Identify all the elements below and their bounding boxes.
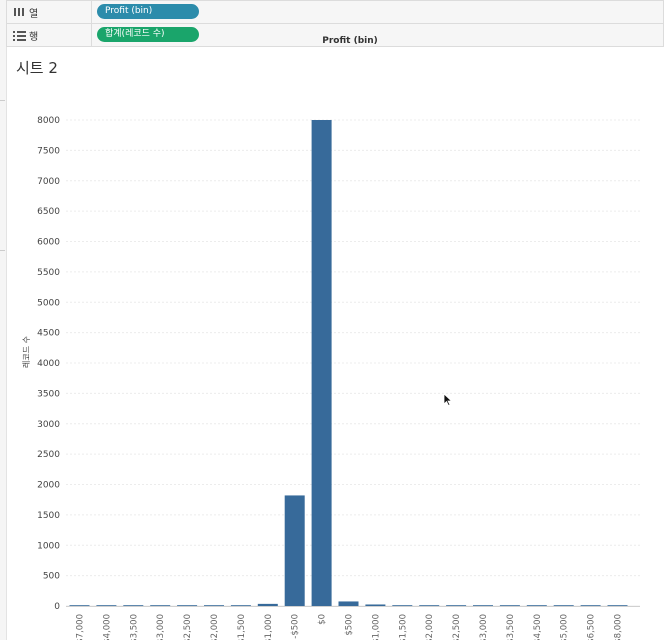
x-tick-label: $8,000: [614, 614, 624, 640]
x-tick-label: -$3,500: [129, 614, 139, 640]
bar[interactable]: [473, 605, 493, 606]
bar[interactable]: [177, 605, 198, 606]
bar[interactable]: [311, 120, 332, 606]
bar[interactable]: [499, 605, 520, 606]
x-tick-label: $4,500: [533, 614, 543, 640]
y-tick-label: 3500: [37, 389, 60, 399]
x-tick-label: -$1,500: [237, 614, 247, 640]
y-tick-label: 1000: [37, 541, 60, 551]
y-tick-label: 8000: [37, 116, 60, 126]
y-tick-label: 4000: [37, 359, 60, 369]
y-tick-label: 5500: [37, 268, 60, 278]
y-tick-label: 7500: [37, 146, 60, 156]
bar[interactable]: [446, 605, 467, 606]
x-tick-label: $0: [318, 614, 328, 625]
bar[interactable]: [123, 605, 144, 606]
mouse-cursor-icon: [443, 393, 453, 407]
bar[interactable]: [257, 603, 278, 606]
x-tick-label: -$4,000: [102, 614, 112, 640]
bar[interactable]: [365, 604, 386, 606]
y-tick-label: 7000: [37, 177, 60, 187]
x-tick-label: -$7,000: [76, 614, 86, 640]
bar[interactable]: [150, 605, 171, 606]
bar-chart: 레코드 수 0 500 1000 1500 2000 2500 3000 3500 4000 45…: [22, 116, 640, 640]
bar[interactable]: [580, 605, 601, 606]
bar[interactable]: [284, 495, 305, 606]
x-tick-label: -$2,000: [210, 614, 220, 640]
bar[interactable]: [338, 601, 359, 606]
y-tick-label: 1500: [37, 511, 60, 521]
y-tick-label: 6500: [37, 207, 60, 217]
bar[interactable]: [553, 605, 574, 606]
y-tick-label: 4500: [37, 329, 60, 339]
y-tick-label: 5000: [37, 298, 60, 308]
bar[interactable]: [419, 605, 440, 606]
y-tick-label: 6000: [37, 238, 60, 248]
x-tick-label: $500: [345, 614, 355, 636]
x-tick-label: $2,500: [452, 614, 462, 640]
x-tick-label: -$2,500: [183, 614, 193, 640]
x-tick-label: $6,500: [587, 614, 597, 640]
x-tick-label: $2,000: [425, 614, 435, 640]
x-tick-label: $5,000: [560, 614, 570, 640]
y-tick-label: 500: [43, 572, 60, 582]
y-tick-label: 3000: [37, 420, 60, 430]
bar[interactable]: [204, 605, 224, 606]
bar[interactable]: [69, 605, 90, 606]
y-axis-label: 레코드 수: [22, 336, 31, 368]
y-tick-label: 0: [54, 602, 60, 612]
x-tick-label: $1,000: [371, 614, 381, 640]
bar[interactable]: [230, 605, 251, 606]
x-tick-label: -$500: [291, 614, 301, 639]
bar[interactable]: [392, 605, 413, 606]
x-tick-label: $3,500: [506, 614, 516, 640]
bar[interactable]: [526, 605, 547, 606]
x-tick-label: $1,500: [398, 614, 408, 640]
x-tick-label: -$3,000: [156, 614, 166, 640]
bar[interactable]: [96, 605, 117, 606]
bar[interactable]: [607, 605, 628, 606]
y-tick-label: 2500: [37, 450, 60, 460]
y-tick-label: 2000: [37, 481, 60, 491]
x-tick-label: -$1,000: [264, 614, 274, 640]
x-tick-label: $3,000: [479, 614, 489, 640]
